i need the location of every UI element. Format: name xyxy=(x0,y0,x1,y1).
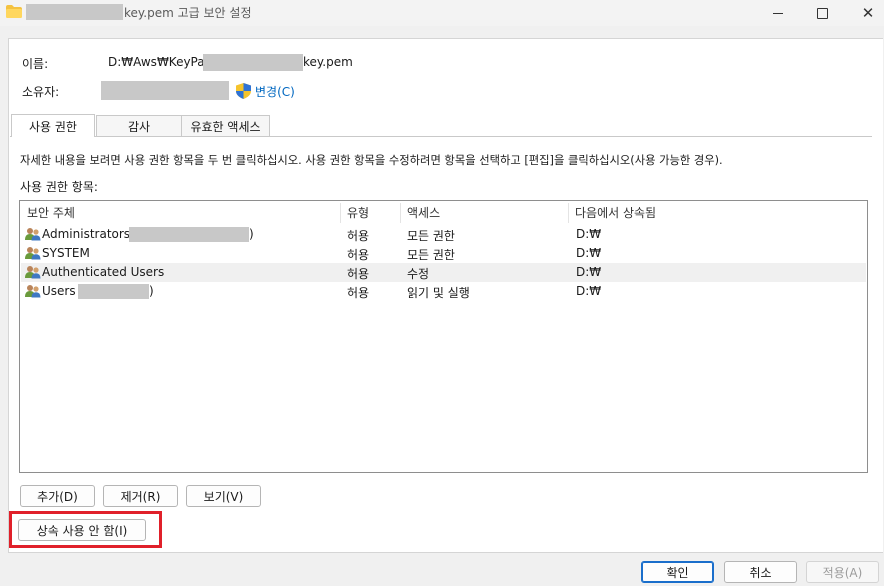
add-button[interactable]: 추가(D) xyxy=(20,485,95,507)
ok-button-label: 확인 xyxy=(666,565,689,580)
tab-effective-access[interactable]: 유효한 액세스 xyxy=(181,115,270,136)
column-separator[interactable] xyxy=(400,203,401,223)
entry-inherited: D:₩ xyxy=(576,265,602,279)
minimize-icon xyxy=(773,12,783,14)
minimize-button[interactable] xyxy=(756,0,800,26)
column-header-access[interactable]: 액세스 xyxy=(407,201,440,223)
redacted-principal xyxy=(129,227,249,242)
tab-permissions[interactable]: 사용 권한 xyxy=(11,114,95,137)
title-bar: key.pem 고급 보안 설정 ✕ xyxy=(0,0,884,26)
column-header-access-label: 액세스 xyxy=(407,205,441,220)
entry-access: 수정 xyxy=(407,267,430,281)
redacted-filename xyxy=(26,4,123,20)
maximize-button[interactable] xyxy=(800,0,844,26)
redacted-principal xyxy=(78,284,149,299)
table-row[interactable]: SYSTEM 허용 모든 권한 D:₩ xyxy=(21,244,866,263)
highlight-box xyxy=(9,511,162,548)
users-group-icon xyxy=(25,285,41,298)
entry-type: 허용 xyxy=(347,286,370,300)
column-separator[interactable] xyxy=(568,203,569,223)
cancel-button[interactable]: 취소 xyxy=(724,561,797,583)
principal-name: Administrators ( xyxy=(42,227,139,241)
column-header-inherited-label: 다음에서 상속됨 xyxy=(575,205,657,220)
table-row[interactable]: Users ( ) 허용 읽기 및 실행 D:₩ xyxy=(21,282,866,301)
tab-baseline xyxy=(10,136,872,137)
add-button-label: 추가(D) xyxy=(37,489,78,504)
cancel-button-label: 취소 xyxy=(749,565,772,580)
principal-name-end: ) xyxy=(149,284,154,298)
principal-name-end: ) xyxy=(249,227,254,241)
remove-button[interactable]: 제거(R) xyxy=(103,485,178,507)
entry-type: 허용 xyxy=(347,229,370,243)
table-row[interactable]: Authenticated Users 허용 수정 D:₩ xyxy=(21,263,866,282)
entry-inherited: D:₩ xyxy=(576,246,602,260)
tab-auditing[interactable]: 감사 xyxy=(96,115,182,136)
redacted-owner xyxy=(101,81,229,100)
column-header-principal-label: 보안 주체 xyxy=(27,205,75,220)
entry-inherited: D:₩ xyxy=(576,284,602,298)
close-icon: ✕ xyxy=(861,4,875,22)
close-button[interactable]: ✕ xyxy=(846,0,884,26)
apply-button-label: 적용(A) xyxy=(822,565,863,580)
apply-button[interactable]: 적용(A) xyxy=(806,561,879,583)
maximize-icon xyxy=(816,7,828,19)
view-button[interactable]: 보기(V) xyxy=(186,485,261,507)
principal-name: SYSTEM xyxy=(42,246,90,260)
column-header-type-label: 유형 xyxy=(347,205,370,220)
entry-type: 허용 xyxy=(347,267,370,281)
redacted-path-part xyxy=(203,54,303,71)
view-button-label: 보기(V) xyxy=(203,489,244,504)
column-separator[interactable] xyxy=(340,203,341,223)
name-label: 이름: xyxy=(22,57,49,71)
users-group-icon xyxy=(25,266,41,279)
name-path-suffix: key.pem xyxy=(303,55,353,69)
ok-button[interactable]: 확인 xyxy=(641,561,714,583)
window-title: key.pem 고급 보안 설정 xyxy=(124,6,252,20)
remove-button-label: 제거(R) xyxy=(120,489,161,504)
tab-effective-access-label: 유효한 액세스 xyxy=(190,119,261,134)
folder-icon xyxy=(6,5,22,18)
owner-label: 소유자: xyxy=(22,85,60,99)
permission-entries-list[interactable]: 보안 주체 유형 액세스 다음에서 상속됨 Administrators ( )… xyxy=(19,200,868,473)
principal-name: Authenticated Users xyxy=(42,265,165,279)
column-header-type[interactable]: 유형 xyxy=(347,201,369,223)
uac-shield-icon xyxy=(236,83,251,99)
entry-access: 모든 권한 xyxy=(407,229,455,243)
entry-inherited: D:₩ xyxy=(576,227,602,241)
tab-permissions-label: 사용 권한 xyxy=(29,119,77,134)
tab-auditing-label: 감사 xyxy=(127,119,151,134)
instructions-text: 자세한 내용을 보려면 사용 권한 항목을 두 번 클릭하십시오. 사용 권한 … xyxy=(20,154,723,167)
entry-access: 모든 권한 xyxy=(407,248,455,262)
column-header-inherited[interactable]: 다음에서 상속됨 xyxy=(575,201,656,223)
table-row[interactable]: Administrators ( ) 허용 모든 권한 D:₩ xyxy=(21,225,866,244)
column-header-principal[interactable]: 보안 주체 xyxy=(27,201,75,223)
users-group-icon xyxy=(25,228,41,241)
entries-label: 사용 권한 항목: xyxy=(20,180,98,194)
entry-type: 허용 xyxy=(347,248,370,262)
users-group-icon xyxy=(25,247,41,260)
entry-access: 읽기 및 실행 xyxy=(407,286,470,300)
change-owner-link[interactable]: 변경(C) xyxy=(255,83,295,100)
